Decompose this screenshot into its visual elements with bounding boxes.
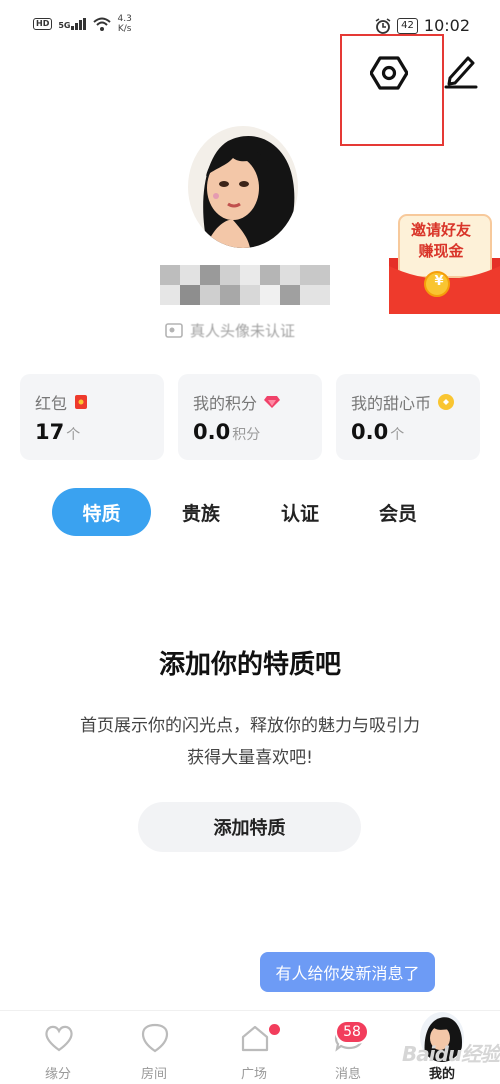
card-value: 0.0 个 [351, 420, 404, 444]
home-icon [241, 1025, 269, 1052]
card-label: 红包 [35, 390, 89, 414]
tab-traits[interactable]: 特质 [52, 488, 151, 536]
empty-state-title: 添加你的特质吧 [158, 650, 341, 680]
mosaic-blur [160, 265, 330, 305]
card-unit: 个 [66, 427, 81, 443]
card-value-number: 17 [35, 420, 65, 444]
status-right: 42 10:02 [375, 16, 470, 35]
messages-badge: 58 [335, 1020, 369, 1044]
net-speed-value: 4.3 [117, 14, 132, 24]
card-label-text: 我的积分 [193, 394, 258, 413]
heart-icon [45, 1025, 73, 1052]
card-label-text: 红包 [35, 394, 68, 413]
add-traits-button[interactable]: 添加特质 [138, 802, 361, 852]
card-unit: 积分 [232, 427, 261, 443]
empty-state-description: 首页展示你的闪光点，释放你的魅力与吸引力 获得大量喜欢吧! [0, 710, 500, 774]
red-packet-icon [75, 395, 88, 409]
nav-label: 缘分 [44, 1067, 71, 1082]
heart-outline-icon [141, 1023, 169, 1053]
nav-label: 消息 [334, 1067, 361, 1082]
nav-item-square[interactable]: 广场 [204, 1011, 304, 1084]
nav-label: 房间 [140, 1067, 167, 1082]
profile-tabs: 特质 贵族 认证 会员 [52, 488, 452, 536]
invite-line1: 邀请好友 [410, 221, 471, 239]
new-message-toast[interactable]: 有人给你发新消息了 [260, 952, 435, 992]
annotation-highlight-box [340, 34, 444, 146]
invite-coin-symbol: ¥ [434, 274, 444, 289]
net-speed: 4.3 K/s [117, 14, 131, 34]
signal-label: 5G [58, 21, 71, 30]
stats-cards: 红包 17 个 我的积分 0.0 积分 我的甜心币 0.0 个 [20, 374, 480, 460]
tab-nobility[interactable]: 贵族 [166, 488, 236, 536]
card-label: 我的积分 [193, 390, 281, 414]
card-sweetheart-coins[interactable]: 我的甜心币 0.0 个 [336, 374, 480, 460]
verify-status[interactable]: 真人头像未认证 [164, 316, 295, 344]
pencil-icon [444, 56, 478, 89]
coin-icon [438, 394, 455, 410]
hd-indicator: HD [33, 18, 53, 30]
card-points[interactable]: 我的积分 0.0 积分 [178, 374, 322, 460]
empty-desc-line1: 首页展示你的闪光点，释放你的魅力与吸引力 [80, 716, 420, 736]
verify-text: 真人头像未认证 [190, 321, 296, 340]
signal-bars-icon [71, 18, 87, 30]
edit-profile-button[interactable] [444, 50, 478, 90]
diamond-icon [264, 396, 281, 408]
battery-indicator: 42 [397, 17, 418, 34]
status-left: HD 5G 4.3 K/s [33, 14, 132, 34]
card-label: 我的甜心币 [351, 390, 455, 414]
square-notification-dot [269, 1024, 280, 1035]
empty-desc-line2: 获得大量喜欢吧! [187, 748, 313, 768]
card-value: 17 个 [35, 420, 80, 444]
tab-verification[interactable]: 认证 [265, 488, 335, 536]
wifi-icon [93, 17, 112, 31]
invite-banner-text: 邀请好友 赚现金 [405, 220, 477, 262]
card-value-number: 0.0 [351, 420, 389, 444]
invite-line2: 赚现金 [418, 242, 464, 260]
tab-membership[interactable]: 会员 [363, 488, 433, 536]
avatar[interactable] [188, 126, 298, 248]
card-value-number: 0.0 [193, 420, 231, 444]
nav-label: 广场 [240, 1067, 267, 1082]
id-card-icon [165, 323, 183, 338]
card-label-text: 我的甜心币 [351, 394, 432, 413]
signal-indicator: 5G [58, 18, 87, 30]
nav-item-rooms[interactable]: 房间 [104, 1011, 204, 1084]
baidu-watermark: Baidu经验 [402, 1042, 500, 1066]
net-speed-unit: K/s [117, 24, 132, 34]
avatar-illustration [188, 126, 298, 248]
alarm-icon [375, 17, 391, 34]
clock: 10:02 [423, 16, 470, 35]
card-red-packet[interactable]: 红包 17 个 [20, 374, 164, 460]
nav-item-match[interactable]: 缘分 [8, 1011, 108, 1084]
card-unit: 个 [390, 427, 405, 443]
username-blurred [160, 265, 330, 305]
card-value: 0.0 积分 [193, 420, 260, 444]
